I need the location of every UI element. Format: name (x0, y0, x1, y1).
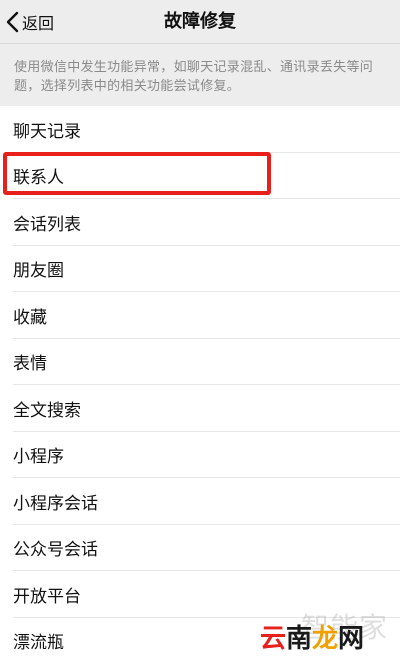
description-text: 使用微信中发生功能异常，如聊天记录混乱、通讯录丢失等问题，选择列表中的相关功能尝… (0, 44, 400, 106)
list-item-chat-list[interactable]: 会话列表 (0, 199, 400, 246)
watermark-char: 云 (260, 618, 286, 655)
navigation-bar: 返回 故障修复 (0, 0, 400, 44)
watermark-char: 网 (338, 618, 364, 655)
list-item-favorites[interactable]: 收藏 (0, 292, 400, 339)
repair-options-list: 聊天记录 联系人 会话列表 朋友圈 收藏 表情 全文搜索 小程序 小程序会话 公… (0, 106, 400, 664)
watermark-logo: 云南龙网 (260, 618, 364, 655)
list-item-label: 开放平台 (13, 582, 81, 607)
list-item-label: 会话列表 (13, 210, 81, 235)
list-item-label: 小程序 (13, 442, 64, 467)
list-item-label: 聊天记录 (13, 117, 81, 142)
list-item-moments[interactable]: 朋友圈 (0, 246, 400, 293)
list-item-label: 小程序会话 (13, 489, 98, 514)
list-item-stickers[interactable]: 表情 (0, 339, 400, 386)
list-item-label: 联系人 (13, 163, 64, 188)
list-item-label: 全文搜索 (13, 396, 81, 421)
watermark-char: 南 (286, 618, 312, 655)
list-item-label: 朋友圈 (13, 256, 64, 281)
list-item-label: 收藏 (13, 303, 47, 328)
list-item-official-account-chats[interactable]: 公众号会话 (0, 525, 400, 572)
list-item-chat-history[interactable]: 聊天记录 (0, 106, 400, 153)
list-item-mini-programs[interactable]: 小程序 (0, 432, 400, 479)
list-item-contacts[interactable]: 联系人 (0, 153, 400, 200)
list-item-label: 表情 (13, 349, 47, 374)
list-item-label: 漂流瓶 (13, 628, 64, 653)
watermark-char: 龙 (312, 618, 338, 655)
list-item-full-text-search[interactable]: 全文搜索 (0, 385, 400, 432)
page-title: 故障修复 (0, 0, 400, 44)
list-item-mini-program-chats[interactable]: 小程序会话 (0, 478, 400, 525)
list-item-label: 公众号会话 (13, 535, 98, 560)
